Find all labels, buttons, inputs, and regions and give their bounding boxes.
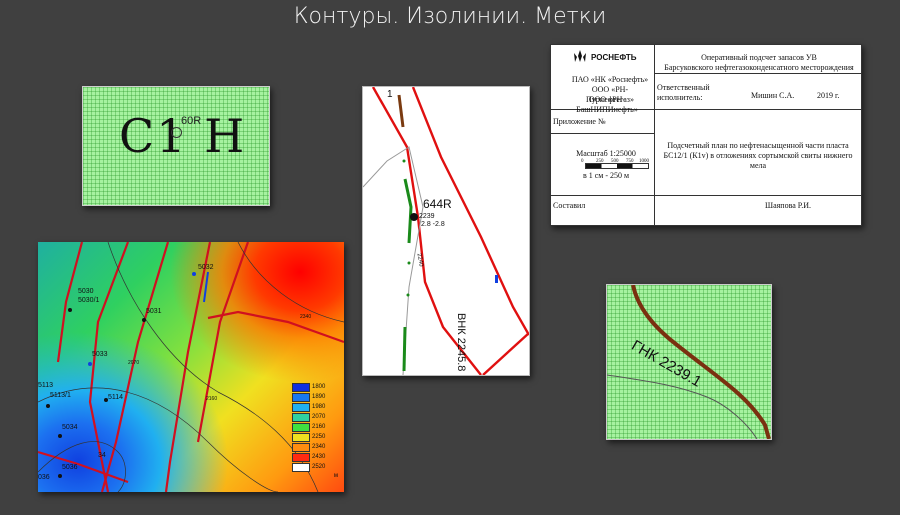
legend-value: 2430: [312, 454, 326, 460]
corner-label: 1: [387, 89, 393, 100]
well-label: 5032: [198, 264, 214, 271]
legend-unit: м: [333, 473, 338, 479]
header-line-1: Оперативный подсчет запасов УВ: [701, 53, 817, 62]
appendix-label: Приложение №: [553, 117, 606, 126]
legend-value: 1890: [312, 394, 326, 400]
legend-value: 1800: [312, 384, 326, 390]
scale-tick: 1000: [639, 159, 649, 164]
slide-title: Контуры. Изолинии. Метки: [293, 4, 607, 29]
color-legend: 1800 1890 1980 2070 2160 2250 2340 2430 …: [292, 382, 338, 479]
gnk-panel: ГНК 2239.1: [606, 284, 772, 440]
rosneft-logo-icon: [574, 50, 586, 62]
well-label: 5030: [78, 288, 94, 295]
well-label: 34: [98, 452, 106, 459]
responsible-name: Мишин С.А.: [751, 91, 795, 100]
scale-tick: 750: [626, 159, 634, 164]
scale-tick: 500: [611, 159, 619, 164]
well-label: 5030/1: [78, 297, 100, 304]
scale-tick: 250: [596, 159, 604, 164]
well-depth: 2239: [419, 213, 435, 220]
well-sub: 2.8 -2.8: [421, 221, 445, 228]
company-1: ПАО «НК «Роснефть»: [571, 75, 649, 84]
scale-label: Масштаб 1:25000: [576, 149, 636, 158]
well-label: 5036: [62, 464, 78, 471]
legend-value: 2070: [312, 414, 326, 420]
contour-drawing: [363, 87, 529, 375]
contour-value: 2160: [206, 396, 218, 402]
year: 2019 г.: [817, 91, 840, 100]
legend-value: 1980: [312, 404, 326, 410]
scale-note: в 1 см - 250 м: [582, 171, 630, 180]
well-label: 5114: [108, 394, 124, 401]
well-contour-panel: 644R 2239 2.8 -2.8 2240 ВНК 2245.8 1: [362, 86, 530, 376]
compiled-label: Составил: [553, 201, 586, 210]
logo-text: РОСНЕФТЬ: [591, 53, 637, 62]
depth-map-panel: 5030 5030/1 5032 5031 5033 5114 5113 511…: [38, 242, 344, 492]
well-label: 644R: [423, 197, 452, 211]
legend-value: 2160: [312, 424, 326, 430]
scale-tick: 0: [581, 159, 584, 164]
well-label: 5113: [38, 382, 54, 389]
well-marker-icon: [171, 127, 182, 138]
well-label: 5034: [62, 424, 78, 431]
contour-value: 2340: [300, 314, 312, 320]
title-block-panel: РОСНЕФТЬ ПАО «НК «Роснефть» ООО «РН-Пурн…: [550, 44, 862, 226]
well-label: 5113/1: [50, 392, 71, 399]
legend-value: 2520: [312, 464, 326, 470]
vnk-label: ВНК 2245.8: [455, 313, 467, 372]
contour-value: 2070: [128, 360, 140, 366]
gnk-drawing: [607, 285, 771, 439]
well-label: 5033: [92, 351, 108, 358]
responsible-label: Ответственный исполнитель:: [657, 83, 710, 102]
well-label: 5031: [146, 308, 162, 315]
company-3: ООО «РН-БашНИПИнефть»: [576, 95, 638, 114]
header-line-2: Барсуковского нефтегазоконденсатного мес…: [664, 63, 854, 72]
legend-value: 2250: [312, 434, 326, 440]
legend-value: 2340: [312, 444, 326, 450]
well-label: 036: [38, 474, 50, 481]
well-tag: 60R: [181, 115, 202, 127]
plan-title: Подсчетный план по нефтенасыщенной части…: [663, 141, 853, 170]
compiler-name: Шаяпова Р.И.: [765, 201, 812, 210]
label-sample-panel: C1 H 60R: [82, 86, 270, 206]
